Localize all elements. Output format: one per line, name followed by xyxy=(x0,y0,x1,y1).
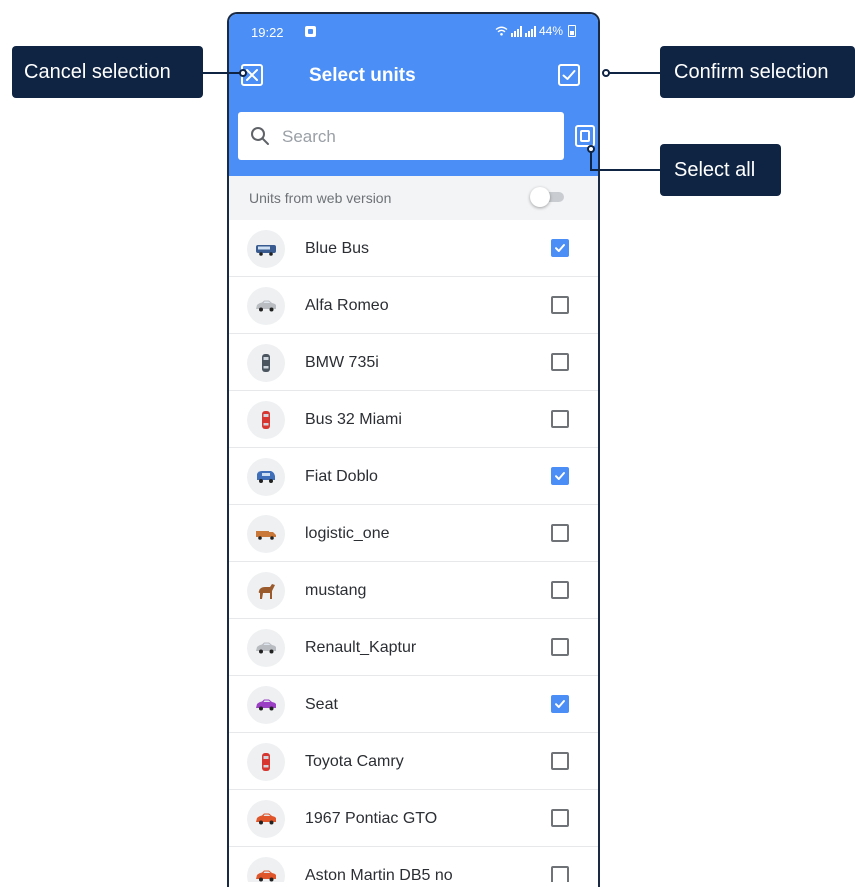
unit-list: Blue Bus Alfa Romeo BMW 735i Bus 32 Miami Fi… xyxy=(229,220,598,887)
callout-dot xyxy=(602,69,610,77)
signal-icon-2 xyxy=(524,25,536,37)
unit-name: Toyota Camry xyxy=(305,753,404,770)
unit-name: logistic_one xyxy=(305,525,390,542)
callout-connector xyxy=(203,72,243,74)
unit-row[interactable]: BMW 735i xyxy=(229,334,598,391)
unit-avatar xyxy=(247,401,285,439)
unit-name: BMW 735i xyxy=(305,354,379,371)
callout-dot xyxy=(587,145,595,153)
unit-avatar xyxy=(247,230,285,268)
van-icon xyxy=(257,471,275,483)
web-version-label: Units from web version xyxy=(249,190,392,206)
unit-name: Fiat Doblo xyxy=(305,468,378,485)
callout-select-all: Select all xyxy=(660,144,781,196)
select-all-button[interactable] xyxy=(575,125,595,147)
unit-checkbox[interactable] xyxy=(551,581,569,599)
horse-icon xyxy=(258,584,275,599)
unit-checkbox-checked[interactable] xyxy=(551,467,569,485)
search-input[interactable] xyxy=(280,124,554,150)
unit-row[interactable]: Toyota Camry xyxy=(229,733,598,790)
web-version-toggle[interactable] xyxy=(530,187,564,207)
unit-row[interactable]: 1967 Pontiac GTO xyxy=(229,790,598,847)
unit-row[interactable]: Fiat Doblo xyxy=(229,448,598,505)
check-icon xyxy=(562,70,576,80)
car-top-icon xyxy=(262,753,270,771)
phone-frame: 19:22 44% Select units Search Units from… xyxy=(227,12,600,887)
unit-name: mustang xyxy=(305,582,367,599)
unit-name: Renault_Kaptur xyxy=(305,639,417,656)
bus-icon xyxy=(256,245,276,256)
title-row: Select units xyxy=(229,54,598,98)
checkmark-icon xyxy=(555,472,565,480)
confirm-selection-button[interactable] xyxy=(558,64,580,86)
car-icon xyxy=(256,699,276,711)
unit-avatar xyxy=(247,743,285,781)
status-bar: 19:22 44% xyxy=(229,14,598,48)
unit-checkbox-checked[interactable] xyxy=(551,695,569,713)
unit-row[interactable]: Bus 32 Miami xyxy=(229,391,598,448)
unit-row[interactable]: mustang xyxy=(229,562,598,619)
unit-name: Seat xyxy=(305,696,338,713)
callout-cancel-selection: Cancel selection xyxy=(12,46,203,98)
unit-checkbox[interactable] xyxy=(551,638,569,656)
truck-icon xyxy=(256,531,276,540)
status-time: 19:22 xyxy=(251,25,284,40)
unit-row[interactable]: Seat xyxy=(229,676,598,733)
app-bar: 19:22 44% Select units Search xyxy=(229,14,598,176)
callout-connector xyxy=(590,169,660,171)
unit-checkbox-checked[interactable] xyxy=(551,239,569,257)
unit-avatar xyxy=(247,287,285,325)
unit-name: Blue Bus xyxy=(305,240,370,257)
toggle-thumb xyxy=(530,187,550,207)
search-box[interactable] xyxy=(238,112,564,160)
page-title: Select units xyxy=(309,65,416,86)
unit-avatar xyxy=(247,344,285,382)
callout-connector xyxy=(606,72,660,74)
unit-avatar xyxy=(247,800,285,838)
car-icon xyxy=(256,813,276,825)
callout-confirm-selection: Confirm selection xyxy=(660,46,855,98)
unit-avatar xyxy=(247,458,285,496)
unit-checkbox[interactable] xyxy=(551,809,569,827)
unit-checkbox[interactable] xyxy=(551,752,569,770)
wifi-icon xyxy=(495,26,508,36)
search-icon xyxy=(251,127,269,145)
battery-percent: 44% xyxy=(538,24,563,38)
unit-checkbox[interactable] xyxy=(551,524,569,542)
gesture-nav-bar xyxy=(229,882,598,887)
callout-dot xyxy=(239,69,247,77)
car-icon xyxy=(256,300,276,312)
signal-icon xyxy=(510,25,522,37)
notification-icon xyxy=(305,26,316,37)
unit-checkbox[interactable] xyxy=(551,410,569,428)
web-version-row: Units from web version xyxy=(229,176,598,220)
unit-checkbox[interactable] xyxy=(551,296,569,314)
unit-row[interactable]: logistic_one xyxy=(229,505,598,562)
unit-name: Bus 32 Miami xyxy=(305,411,402,428)
car-icon xyxy=(256,642,276,654)
car-top-icon xyxy=(262,354,270,372)
unit-avatar xyxy=(247,572,285,610)
unit-avatar xyxy=(247,686,285,724)
unit-row[interactable]: Alfa Romeo xyxy=(229,277,598,334)
car-top-icon xyxy=(262,411,270,429)
status-indicators: 44% xyxy=(495,24,576,38)
unit-row[interactable]: Blue Bus xyxy=(229,220,598,277)
callout-connector xyxy=(590,150,592,170)
checkmark-icon xyxy=(555,244,565,252)
battery-icon xyxy=(568,25,576,37)
unit-name: Alfa Romeo xyxy=(305,297,389,314)
unit-checkbox[interactable] xyxy=(551,353,569,371)
canvas: 19:22 44% Select units Search Units from… xyxy=(0,0,855,887)
unit-avatar xyxy=(247,515,285,553)
screen: 19:22 44% Select units Search Units from… xyxy=(229,14,598,887)
unit-row[interactable]: Renault_Kaptur xyxy=(229,619,598,676)
unit-row[interactable]: Aston Martin DB5 no xyxy=(229,847,598,887)
checkmark-icon xyxy=(555,700,565,708)
unit-name: 1967 Pontiac GTO xyxy=(305,810,438,827)
unit-avatar xyxy=(247,629,285,667)
